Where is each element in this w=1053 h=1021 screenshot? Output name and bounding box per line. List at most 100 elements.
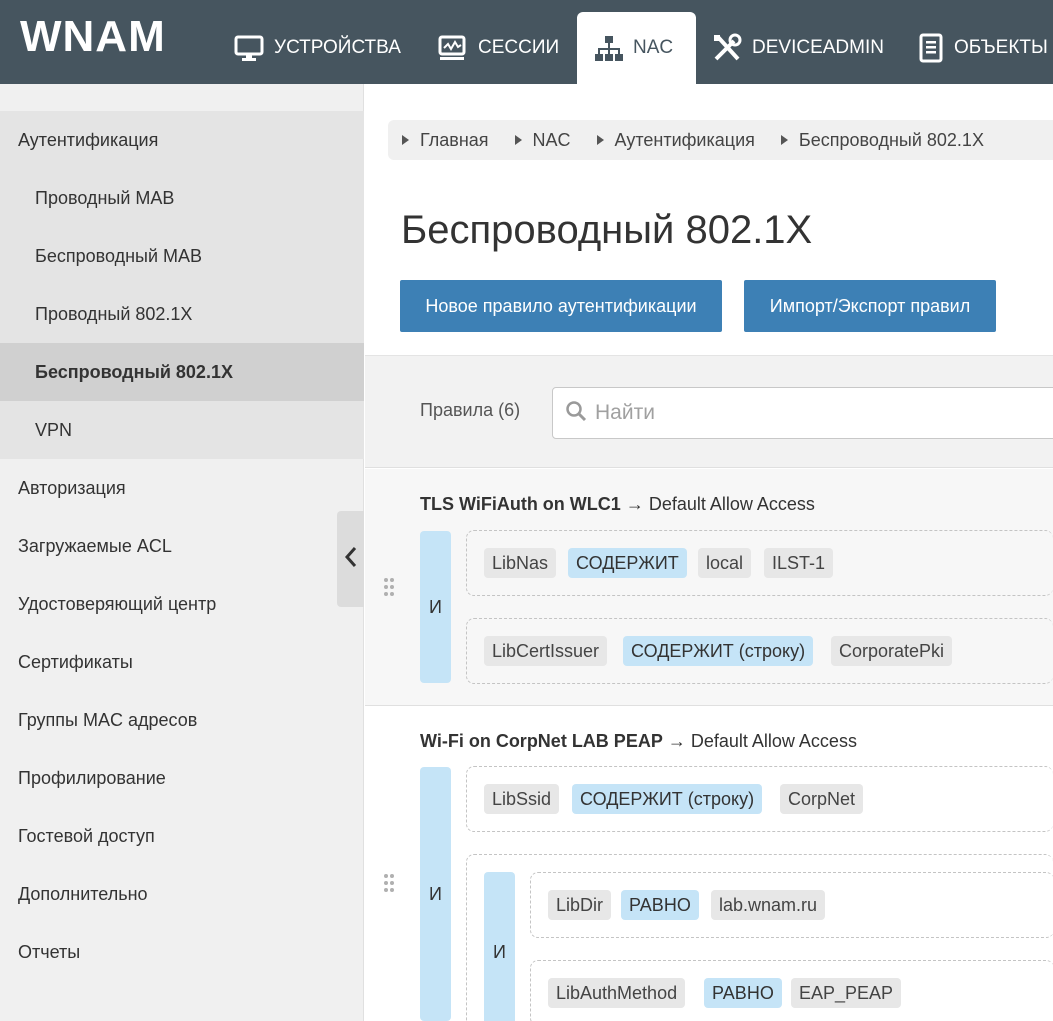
chart-monitor-icon — [438, 34, 468, 62]
sidebar-item-label: Дополнительно — [18, 883, 148, 904]
condition-value-chip: CorporatePki — [831, 636, 953, 666]
sidebar-item-additional[interactable]: Дополнительно — [0, 865, 364, 923]
sidebar-item-reports[interactable]: Отчеты — [0, 923, 364, 981]
sidebar-item-label: Аутентификация — [18, 129, 159, 150]
breadcrumb-item-authentication[interactable]: Аутентификация — [596, 129, 755, 151]
sidebar-item-wireless-mab[interactable]: Беспроводный MAB — [0, 227, 364, 285]
import-export-rules-button[interactable]: Импорт/Экспорт правил — [744, 280, 996, 332]
nested-condition-group[interactable]: И LibDir РАВНО lab.wnam.ru LibAuthMethod… — [466, 854, 1053, 1021]
sidebar-collapse-button[interactable] — [337, 511, 364, 607]
sidebar-item-label: Группы MAC адресов — [18, 709, 198, 730]
search-box[interactable] — [552, 387, 1053, 439]
breadcrumb-item-nac[interactable]: NAC — [514, 129, 571, 151]
rule-title[interactable]: TLS WiFiAuth on WLC1 → Default Allow Acc… — [420, 494, 815, 515]
sidebar-item-label: Профилирование — [18, 767, 166, 788]
nav-sessions[interactable]: СЕССИИ — [438, 12, 559, 84]
and-operator-badge[interactable]: И — [420, 767, 451, 1021]
rule-result: Default Allow Access — [648, 494, 815, 514]
rule-result: Default Allow Access — [690, 731, 857, 751]
sidebar-item-vpn[interactable]: VPN — [0, 401, 364, 459]
nav-objects[interactable]: ОБЪЕКТЫ — [918, 12, 1048, 84]
nav-devices-label: УСТРОЙСТВА — [274, 37, 401, 58]
rules-count: Правила (6) — [420, 400, 521, 420]
sidebar-item-downloadable-acl[interactable]: Загружаемые ACL — [0, 517, 364, 575]
condition-attribute-chip: LibSsid — [484, 784, 560, 814]
sidebar-item-label: Отчеты — [18, 941, 81, 962]
sidebar-item-label: Проводный MAB — [35, 187, 175, 208]
condition-row[interactable]: LibNas СОДЕРЖИТ local ILST-1 — [466, 530, 1053, 596]
nav-objects-label: ОБЪЕКТЫ — [954, 37, 1048, 58]
condition-value-chip: lab.wnam.ru — [711, 890, 826, 920]
nav-sessions-label: СЕССИИ — [478, 37, 560, 58]
condition-value-chip: ILST-1 — [764, 548, 834, 578]
triangle-right-icon — [596, 135, 604, 145]
sidebar-item-wired-mab[interactable]: Проводный MAB — [0, 169, 364, 227]
nav-nac[interactable]: NAC — [577, 12, 696, 84]
nav-nac-label: NAC — [633, 37, 674, 58]
sidebar-item-label: VPN — [35, 419, 73, 440]
condition-row[interactable]: LibCertIssuer СОДЕРЖИТ (строку) Corporat… — [466, 618, 1053, 684]
triangle-right-icon — [402, 135, 409, 145]
condition-value-chip: CorpNet — [780, 784, 864, 814]
app-logo[interactable]: WNAM — [20, 12, 166, 62]
condition-operator-chip: СОДЕРЖИТ (строку) — [623, 636, 814, 666]
sidebar-item-label: Гостевой доступ — [18, 825, 155, 846]
breadcrumb-label: Аутентификация — [614, 129, 755, 150]
sidebar-item-wireless-8021x[interactable]: Беспроводный 802.1X — [0, 343, 364, 401]
condition-attribute-chip: LibCertIssuer — [484, 636, 608, 666]
top-navigation-bar: WNAM УСТРОЙСТВА СЕССИИ NAC DEVICEADMIN О… — [0, 0, 1053, 84]
sidebar-item-profiling[interactable]: Профилирование — [0, 749, 364, 807]
breadcrumb-label: Беспроводный 802.1X — [798, 129, 984, 150]
sidebar-item-wired-8021x[interactable]: Проводный 802.1X — [0, 285, 364, 343]
chevron-left-icon — [344, 545, 358, 574]
search-icon — [565, 400, 587, 427]
network-icon — [595, 34, 623, 62]
search-input[interactable] — [595, 401, 895, 425]
rules-toolbar: Правила (6) — [365, 355, 1053, 468]
condition-row[interactable]: LibAuthMethod РАВНО EAP_PEAP — [530, 960, 1053, 1021]
breadcrumb: Главная NAC Аутентификация Беспроводный … — [388, 120, 1053, 160]
sidebar-item-label: Беспроводный MAB — [35, 245, 203, 266]
condition-operator-chip: СОДЕРЖИТ (строку) — [572, 784, 763, 814]
and-operator-badge[interactable]: И — [420, 531, 451, 683]
drag-handle-icon[interactable] — [383, 577, 395, 602]
sidebar-item-mac-groups[interactable]: Группы MAC адресов — [0, 691, 364, 749]
rule-name: Wi-Fi on CorpNet LAB PEAP — [420, 731, 663, 751]
sidebar-item-label: Авторизация — [18, 477, 126, 498]
document-icon — [918, 33, 944, 63]
condition-operator-chip: РАВНО — [704, 978, 782, 1008]
nav-deviceadmin-label: DEVICEADMIN — [752, 37, 884, 58]
condition-operator-chip: РАВНО — [621, 890, 699, 920]
and-operator-badge[interactable]: И — [484, 872, 515, 1021]
page-title: Беспроводный 802.1X — [401, 208, 813, 252]
sidebar-item-authorization[interactable]: Авторизация — [0, 459, 364, 517]
rule-name: TLS WiFiAuth on WLC1 — [420, 494, 621, 514]
breadcrumb-item-current: Беспроводный 802.1X — [780, 129, 984, 151]
rule-arrow: → — [667, 731, 686, 751]
monitor-icon — [234, 34, 264, 62]
condition-value-chip: local — [698, 548, 752, 578]
nav-devices[interactable]: УСТРОЙСТВА — [234, 12, 401, 84]
rule-card[interactable]: Wi-Fi on CorpNet LAB PEAP → Default Allo… — [365, 707, 1053, 1021]
sidebar-item-certificate-authority[interactable]: Удостоверяющий центр — [0, 575, 364, 633]
sidebar-item-label: Беспроводный 802.1X — [35, 361, 233, 382]
rule-card[interactable]: TLS WiFiAuth on WLC1 → Default Allow Acc… — [365, 469, 1053, 706]
breadcrumb-label: NAC — [532, 129, 571, 150]
breadcrumb-label: Главная — [420, 129, 489, 150]
condition-attribute-chip: LibDir — [548, 890, 612, 920]
new-auth-rule-button[interactable]: Новое правило аутентификации — [400, 280, 722, 332]
sidebar-item-label: Сертификаты — [18, 651, 133, 672]
sidebar-item-guest-access[interactable]: Гостевой доступ — [0, 807, 364, 865]
sidebar-item-certificates[interactable]: Сертификаты — [0, 633, 364, 691]
sidebar-item-authentication[interactable]: Аутентификация — [0, 111, 364, 169]
drag-handle-icon[interactable] — [383, 873, 395, 898]
rule-title[interactable]: Wi-Fi on CorpNet LAB PEAP → Default Allo… — [420, 731, 857, 752]
condition-row[interactable]: LibSsid СОДЕРЖИТ (строку) CorpNet — [466, 766, 1053, 832]
triangle-right-icon — [514, 135, 522, 145]
nav-deviceadmin[interactable]: DEVICEADMIN — [712, 12, 884, 84]
sidebar-item-label: Загружаемые ACL — [18, 535, 172, 556]
sidebar-item-label: Удостоверяющий центр — [18, 593, 217, 614]
breadcrumb-item-home[interactable]: Главная — [402, 130, 489, 151]
condition-row[interactable]: LibDir РАВНО lab.wnam.ru — [530, 872, 1053, 938]
sidebar-item-label: Проводный 802.1X — [35, 303, 193, 324]
